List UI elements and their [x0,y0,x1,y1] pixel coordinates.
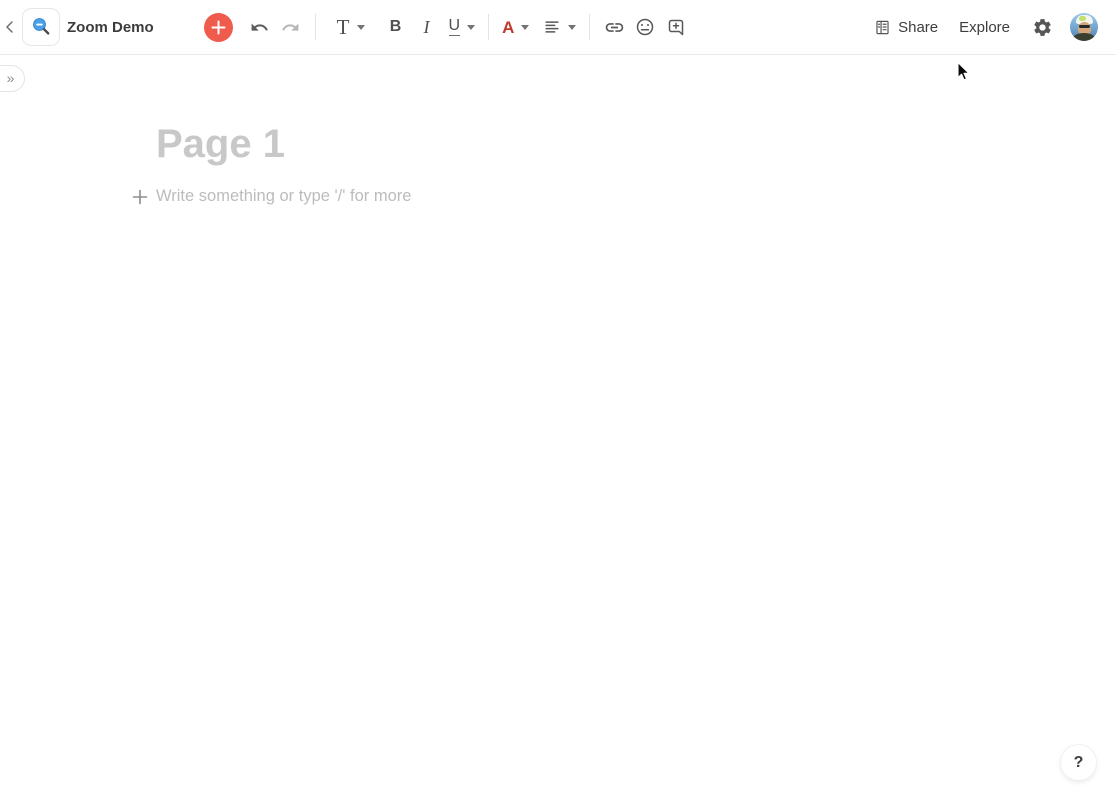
toolbar-divider [589,14,591,40]
italic-label: I [423,17,430,37]
page-title-placeholder[interactable]: Page 1 [156,121,1116,168]
chevron-down-icon [467,24,476,30]
chevron-down-icon [521,24,530,30]
header-right-group: Share Explore [874,13,1098,41]
align-button[interactable] [540,13,579,41]
help-button[interactable]: ? [1061,745,1096,780]
chevron-down-icon [356,24,365,30]
toolbar-divider [488,14,490,40]
editor-first-line[interactable]: Write something or type '/' for more [132,183,1116,209]
bold-label: B [389,18,402,35]
settings-button[interactable] [1029,13,1055,41]
user-avatar[interactable] [1070,13,1098,41]
chevron-down-icon [568,24,577,30]
explore-label: Explore [959,18,1010,36]
smiley-icon [635,17,655,37]
link-icon [604,17,625,38]
editor-canvas[interactable]: Page 1 Write something or type '/' for m… [0,55,1116,209]
back-button[interactable] [0,13,20,41]
text-style-label: T [336,14,350,39]
avatar-shoulders [1073,33,1095,41]
add-button[interactable] [203,12,233,42]
square-plus-icon [666,17,686,37]
plus-icon [211,20,226,35]
bold-button[interactable]: B [382,13,410,41]
undo-button[interactable] [246,13,274,41]
undo-icon [250,18,269,37]
italic-button[interactable]: I [414,13,442,41]
avatar-cap-panel [1079,16,1086,21]
zoom-out-magnifier-icon [30,16,52,38]
underline-label: U [448,17,461,36]
double-chevron-right-icon: » [6,69,15,86]
chevron-left-icon [3,20,17,34]
top-toolbar: Zoom Demo T B I U A Share Explore [0,0,1116,55]
note-card-button[interactable] [22,8,60,46]
question-mark-label: ? [1073,753,1084,771]
document-title[interactable]: Zoom Demo [67,19,154,36]
avatar-sunglasses [1079,25,1090,28]
add-block-button[interactable] [131,188,148,205]
plus-icon [132,189,148,205]
insert-block-button[interactable] [662,13,690,41]
toolbar-divider [314,14,316,40]
font-color-label: A [502,17,515,37]
share-label: Share [898,18,939,36]
redo-button[interactable] [277,13,305,41]
underline-button[interactable]: U [446,13,479,41]
align-left-icon [543,18,561,36]
insert-link-button[interactable] [600,13,628,41]
font-color-button[interactable]: A [499,13,532,41]
building-icon [874,19,891,36]
editor-placeholder-text[interactable]: Write something or type '/' for more [156,187,411,206]
share-button[interactable]: Share [874,19,938,36]
explore-button[interactable]: Explore [959,19,1010,36]
gear-icon [1032,17,1053,38]
text-style-button[interactable]: T [334,13,368,41]
redo-icon [281,18,300,37]
emoji-button[interactable] [631,13,659,41]
